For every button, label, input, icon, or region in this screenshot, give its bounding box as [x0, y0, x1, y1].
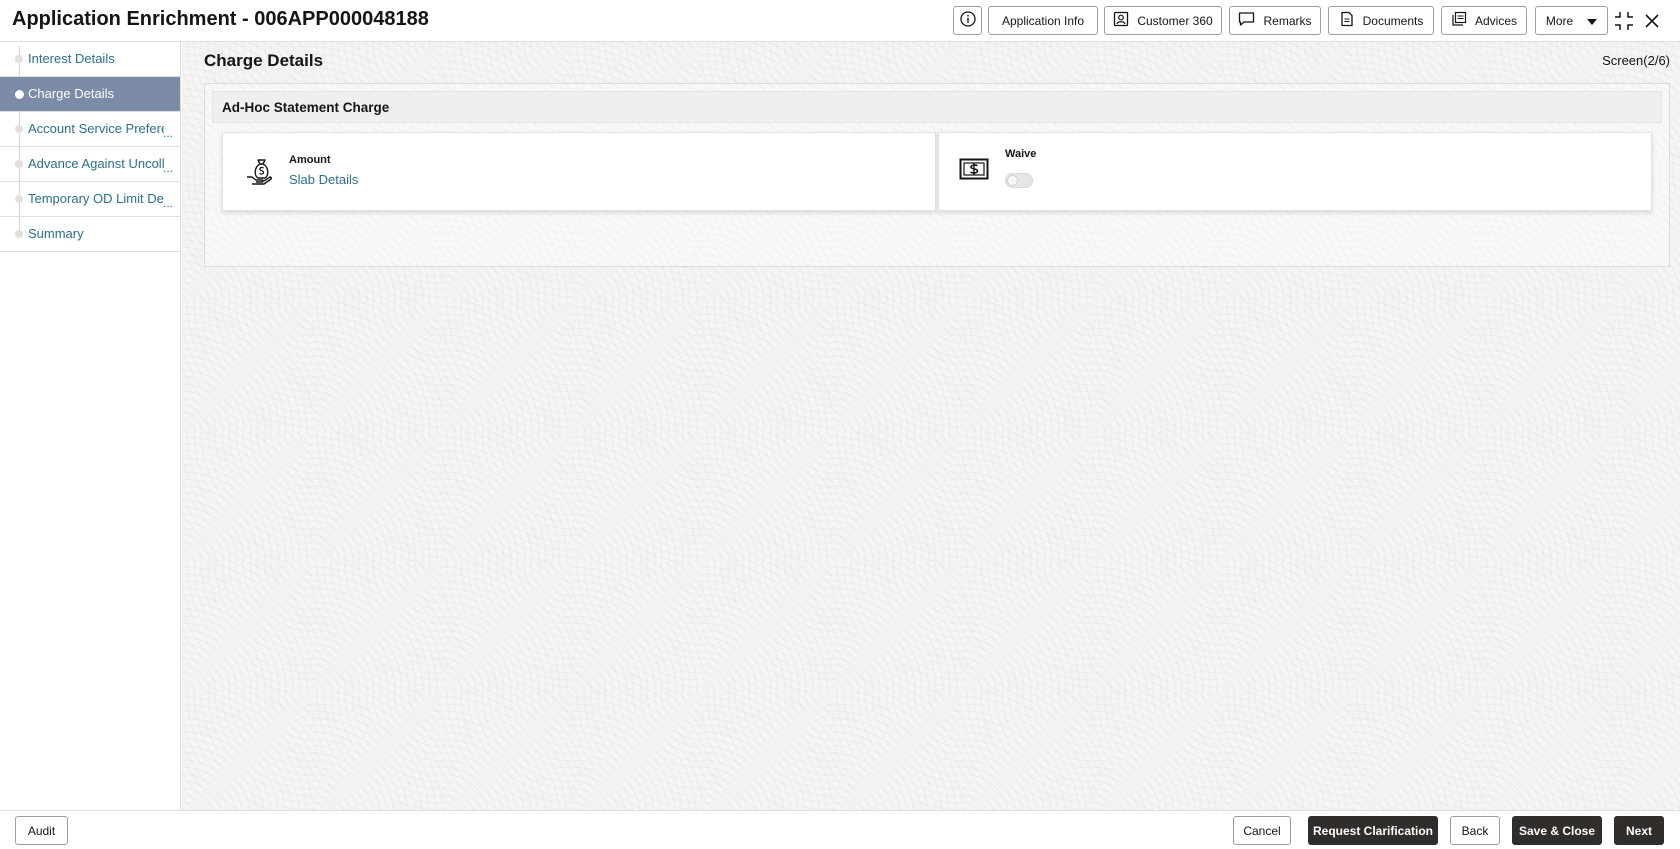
waive-label: Waive: [1005, 148, 1037, 160]
nav-item-account-service-preferences[interactable]: Account Service Prefere ...: [0, 112, 180, 147]
collapse-icon[interactable]: [1613, 10, 1635, 32]
nav-item-interest-details[interactable]: Interest Details: [0, 42, 180, 77]
amount-card: Amount Slab Details: [222, 132, 936, 211]
close-icon[interactable]: [1641, 10, 1663, 32]
info-button[interactable]: [953, 6, 982, 35]
money-bag-hand-icon: [245, 157, 275, 187]
nav-item-temporary-od-limit[interactable]: Temporary OD Limit De ...: [0, 182, 180, 217]
nav-item-summary[interactable]: Summary: [0, 217, 180, 252]
application-info-button[interactable]: Application Info: [988, 6, 1098, 35]
caret-down-icon: [1587, 14, 1598, 28]
save-close-button[interactable]: Save & Close: [1512, 816, 1602, 845]
dollar-bill-icon: [959, 157, 989, 181]
nav-item-label: Advance Against Uncoll: [28, 156, 164, 171]
ad-hoc-statement-charge-panel: Ad-Hoc Statement Charge Amount Slab Deta…: [204, 83, 1670, 267]
step-dot: [15, 55, 23, 63]
footer-action-bar: Audit Cancel Request Clarification Back …: [0, 810, 1680, 849]
next-button[interactable]: Next: [1614, 816, 1664, 845]
step-navigation: Interest Details Charge Details Account …: [0, 42, 181, 810]
stacked-pages-icon: [1451, 11, 1467, 30]
application-info-label: Application Info: [1001, 13, 1085, 28]
step-dot: [15, 160, 23, 168]
more-dropdown[interactable]: More: [1535, 6, 1608, 35]
nav-item-label: Charge Details: [28, 86, 114, 101]
documents-button[interactable]: Documents: [1328, 6, 1434, 35]
panel-title: Ad-Hoc Statement Charge: [222, 100, 390, 115]
cancel-button[interactable]: Cancel: [1233, 816, 1291, 845]
truncation-ellipsis: ...: [163, 196, 174, 210]
toggle-knob: [1007, 175, 1018, 186]
truncation-ellipsis: ...: [163, 126, 174, 140]
speech-bubble-icon: [1238, 11, 1255, 30]
step-dot: [15, 125, 23, 133]
main-content: Charge Details Screen(2/6) Ad-Hoc Statem…: [182, 42, 1680, 810]
nav-item-advance-against-uncollected[interactable]: Advance Against Uncoll ...: [0, 147, 180, 182]
nav-item-charge-details[interactable]: Charge Details: [0, 77, 180, 112]
info-icon: [959, 11, 976, 30]
step-dot: [15, 90, 24, 99]
document-icon: [1339, 11, 1355, 30]
person-card-icon: [1113, 11, 1129, 30]
documents-label: Documents: [1362, 13, 1424, 28]
waive-card: Waive: [938, 132, 1652, 211]
waive-toggle[interactable]: [1005, 173, 1033, 188]
screen-indicator: Screen(2/6): [1602, 53, 1670, 68]
slab-details-link[interactable]: Slab Details: [289, 172, 358, 187]
section-title: Charge Details: [204, 51, 324, 70]
advices-button[interactable]: Advices: [1441, 6, 1527, 35]
nav-item-label: Interest Details: [28, 51, 115, 66]
truncation-ellipsis: ...: [163, 161, 174, 175]
app-header: Application Enrichment - 006APP000048188…: [0, 0, 1680, 42]
amount-label: Amount: [289, 154, 331, 166]
page-title: Application Enrichment - 006APP000048188: [12, 8, 429, 30]
customer-360-label: Customer 360: [1137, 13, 1213, 28]
remarks-button[interactable]: Remarks: [1229, 6, 1321, 35]
nav-item-label: Temporary OD Limit De: [28, 191, 164, 206]
more-label: More: [1545, 13, 1574, 28]
request-clarification-button[interactable]: Request Clarification: [1308, 816, 1438, 845]
step-dot: [15, 195, 23, 203]
customer-360-button[interactable]: Customer 360: [1104, 6, 1222, 35]
remarks-label: Remarks: [1263, 13, 1312, 28]
back-button[interactable]: Back: [1450, 816, 1500, 845]
nav-item-label: Account Service Prefere: [28, 121, 164, 136]
step-dot: [15, 230, 23, 238]
advices-label: Advices: [1474, 13, 1518, 28]
nav-item-label: Summary: [28, 226, 84, 241]
audit-button[interactable]: Audit: [15, 816, 68, 845]
panel-header: Ad-Hoc Statement Charge: [212, 91, 1662, 123]
